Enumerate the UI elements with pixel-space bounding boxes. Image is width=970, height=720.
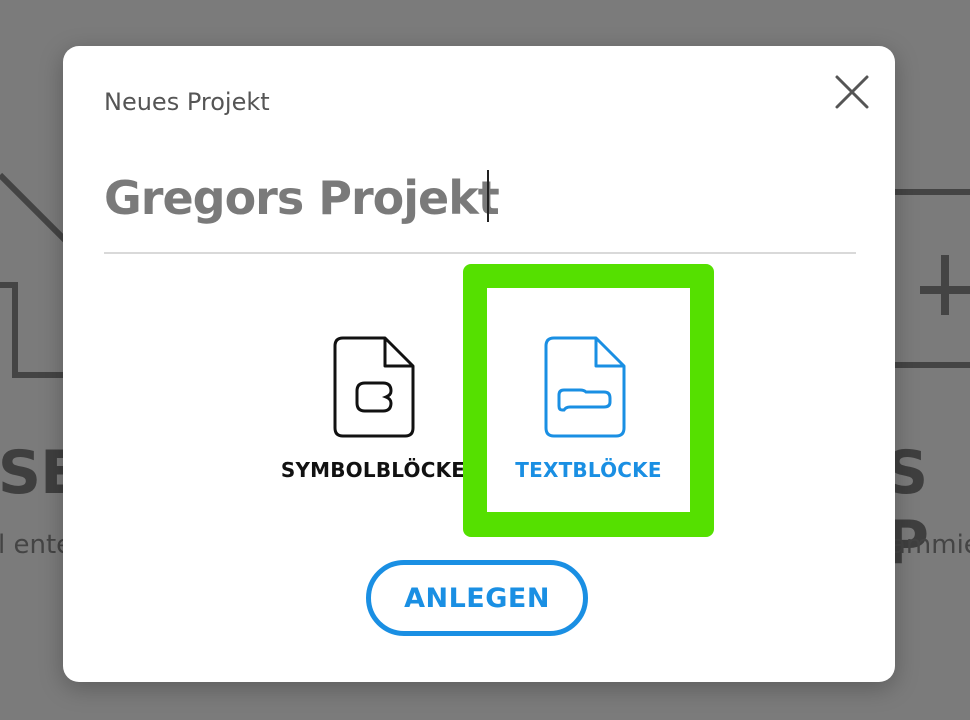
new-project-dialog: Neues Projekt SYMBOLBLÖCKE TEXTBLÖCKE AN…	[63, 46, 895, 682]
create-button[interactable]: ANLEGEN	[366, 560, 588, 636]
option-text-blocks-selection: TEXTBLÖCKE	[463, 264, 714, 537]
symbol-document-icon	[333, 336, 415, 438]
background-left-subtext: l ente	[0, 530, 73, 560]
project-name-input[interactable]	[104, 162, 856, 234]
text-caret	[487, 170, 489, 222]
dialog-caption: Neues Projekt	[104, 88, 270, 116]
close-button[interactable]	[834, 74, 870, 110]
close-icon	[835, 75, 869, 109]
text-document-icon	[544, 336, 626, 438]
input-underline	[104, 252, 856, 254]
background-left-illustration	[0, 172, 70, 378]
background-right-illustration	[895, 189, 970, 368]
option-symbol-label: SYMBOLBLÖCKE	[280, 458, 466, 482]
option-text-blocks[interactable]: TEXTBLÖCKE	[487, 288, 690, 512]
option-symbol-blocks[interactable]: SYMBOLBLÖCKE	[278, 326, 468, 496]
option-text-label: TEXTBLÖCKE	[515, 458, 662, 482]
background-right-subtext: ammie	[890, 530, 970, 560]
